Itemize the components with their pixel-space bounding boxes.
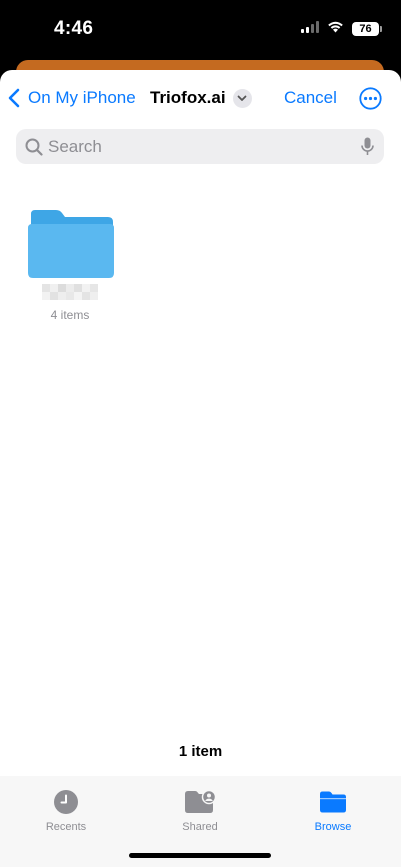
chevron-left-icon (8, 88, 20, 108)
tab-bar: Recents Shared Browse (0, 776, 401, 867)
more-options-button[interactable] (359, 87, 382, 110)
clock-icon (54, 790, 78, 814)
file-browser-sheet: On My iPhone Triofox.ai Cancel Search 4 … (0, 70, 401, 867)
search-icon (25, 138, 43, 161)
back-button[interactable]: On My iPhone (8, 88, 136, 108)
microphone-icon[interactable] (361, 137, 374, 161)
file-name-redacted (42, 284, 100, 300)
file-item-count: 4 items (50, 308, 90, 322)
battery-level: 76 (359, 23, 372, 35)
battery-indicator: 76 (352, 22, 382, 36)
navigation-bar: On My iPhone Triofox.ai Cancel (0, 70, 401, 126)
tab-shared[interactable]: Shared (160, 788, 240, 833)
folder-item-count: 1 item (178, 743, 223, 760)
status-icons: 76 (301, 20, 382, 38)
chevron-down-icon (232, 88, 252, 108)
wifi-icon (327, 20, 344, 38)
cancel-button[interactable]: Cancel (284, 88, 337, 108)
tab-browse-label: Browse (314, 821, 352, 833)
tab-browse[interactable]: Browse (293, 788, 373, 833)
home-indicator (129, 853, 271, 858)
tab-recents-label: Recents (45, 821, 87, 833)
ellipsis-circle-icon (359, 87, 382, 110)
status-bar: 4:46 76 (0, 0, 401, 60)
cellular-signal-icon (301, 20, 319, 38)
tab-shared-label: Shared (182, 821, 218, 833)
shared-folder-icon (185, 790, 216, 813)
folder-icon (320, 791, 346, 813)
back-button-label: On My iPhone (28, 88, 136, 107)
search-placeholder: Search (48, 137, 102, 156)
page-title: Triofox.ai (150, 88, 226, 107)
folder-icon (28, 210, 114, 283)
status-time: 4:46 (54, 18, 94, 39)
search-field[interactable]: Search (16, 129, 384, 164)
folder-title-menu[interactable]: Triofox.ai (150, 88, 252, 108)
tab-recents[interactable]: Recents (26, 788, 106, 833)
